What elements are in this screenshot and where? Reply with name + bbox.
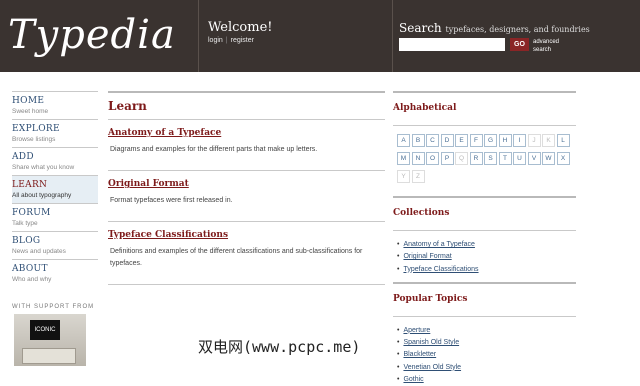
header-divider (198, 0, 199, 72)
sidebar-item-label: EXPLORE (12, 124, 60, 134)
collection-link[interactable]: Typeface Classifications (397, 264, 576, 276)
typedia-logo[interactable]: Typedia (8, 6, 188, 64)
site-header: Typedia Welcome! login | register Search t… (0, 0, 640, 72)
sidebar-item-label: ABOUT (12, 264, 48, 274)
topic-link[interactable]: Blackletter (397, 349, 576, 361)
section-description: Diagrams and examples for the different … (110, 146, 318, 153)
alphabetical-heading: Alphabetical (393, 91, 576, 126)
sidebar-item-label: BLOG (12, 236, 41, 246)
learn-section: Typeface Classifications Definitions and… (108, 221, 385, 285)
sidebar-item-label: FORUM (12, 208, 51, 218)
page-title: Learn (108, 91, 385, 119)
letter-link[interactable]: O (426, 152, 439, 165)
learn-section: Anatomy of a Typeface Diagrams and examp… (108, 119, 385, 170)
right-sidebar: Alphabetical A B C D E F G H I J K L M N… (393, 91, 576, 386)
section-description: Format typefaces were first released in. (110, 197, 233, 204)
topic-link[interactable]: Venetian Old Style (397, 362, 576, 374)
search-heading: Search typefaces, designers, and foundri… (399, 21, 590, 35)
sidebar-item-home[interactable]: HOME Sweet home (12, 91, 98, 119)
popular-topics-heading: Popular Topics (393, 281, 576, 317)
sidebar-item-subtitle: Share what you know (12, 164, 75, 171)
letter-link[interactable]: F (469, 134, 483, 147)
collections-heading: Collections (393, 196, 576, 231)
sidebar-nav: HOME Sweet home EXPLORE Browse listings AD… (12, 91, 98, 287)
separator: | (225, 37, 228, 44)
section-link[interactable]: Anatomy of a Typeface (108, 120, 385, 138)
sidebar-item-about[interactable]: ABOUT Who and why (12, 259, 98, 287)
letter-link[interactable]: E (455, 134, 468, 147)
sidebar-item-explore[interactable]: EXPLORE Browse listings (12, 119, 98, 147)
sidebar-item-subtitle: Browse listings (12, 136, 56, 143)
header-divider (392, 0, 393, 72)
search-heading-hint: typefaces, designers, and foundries (445, 25, 590, 34)
computer-base (22, 348, 76, 364)
letter-link[interactable]: S (484, 152, 497, 165)
letter-link[interactable]: L (556, 134, 570, 147)
sidebar-item-subtitle: All about typography (12, 192, 72, 199)
main-content: Learn Anatomy of a Typeface Diagrams and… (108, 91, 385, 285)
letter-link[interactable]: V (527, 152, 541, 165)
sidebar-item-learn[interactable]: LEARN All about typography (12, 175, 98, 203)
sidebar-item-subtitle: Sweet home (12, 108, 49, 115)
auth-links: login | register (208, 37, 254, 44)
letter-link[interactable]: P (440, 152, 454, 165)
collection-link[interactable]: Anatomy of a Typeface (397, 239, 576, 251)
register-link[interactable]: register (231, 37, 254, 44)
sidebar-item-label: ADD (12, 152, 34, 162)
alphabet-index: A B C D E F G H I J K L M N O P Q R S T … (397, 134, 573, 188)
sidebar-item-label: HOME (12, 96, 45, 106)
letter-link: Y (397, 170, 410, 183)
iconic-sponsor-image[interactable]: ICONIC (14, 314, 86, 366)
sidebar-item-add[interactable]: ADD Share what you know (12, 147, 98, 175)
letter-link[interactable]: W (542, 152, 555, 165)
letter-link[interactable]: X (556, 152, 570, 165)
letter-link[interactable]: G (484, 134, 497, 147)
letter-link[interactable]: C (426, 134, 439, 147)
letter-link[interactable]: I (513, 134, 526, 147)
letter-link[interactable]: D (440, 134, 454, 147)
collection-link[interactable]: Original Format (397, 251, 576, 263)
letter-link: J (527, 134, 541, 147)
letter-link[interactable]: N (411, 152, 425, 165)
section-link[interactable]: Typeface Classifications (108, 222, 385, 240)
section-link[interactable]: Original Format (108, 171, 385, 189)
letter-link[interactable]: U (513, 152, 526, 165)
login-link[interactable]: login (208, 37, 223, 44)
topic-link[interactable]: Spanish Old Style (397, 337, 576, 349)
letter-link[interactable]: H (498, 134, 512, 147)
topic-link[interactable]: Gothic (397, 374, 576, 386)
advanced-search-link[interactable]: advanced search (533, 38, 559, 54)
letter-link[interactable]: M (397, 152, 410, 165)
watermark-text: 双电网(www.pcpc.me) (198, 338, 361, 356)
letter-link: Z (411, 170, 425, 183)
sidebar-item-forum[interactable]: FORUM Talk type (12, 203, 98, 231)
sidebar-item-subtitle: Talk type (12, 220, 38, 227)
search-input[interactable] (399, 38, 505, 51)
topics-list: Aperture Spanish Old Style Blackletter V… (397, 325, 576, 386)
letter-link[interactable]: A (397, 134, 410, 147)
go-button[interactable]: GO (510, 38, 529, 51)
letter-link: K (542, 134, 555, 147)
letter-link: Q (455, 152, 468, 165)
support-label: WITH SUPPORT FROM (12, 304, 95, 310)
letter-link[interactable]: R (469, 152, 483, 165)
sidebar-item-subtitle: Who and why (12, 276, 52, 283)
sidebar-item-subtitle: News and updates (12, 248, 66, 255)
sidebar-item-blog[interactable]: BLOG News and updates (12, 231, 98, 259)
advanced-search-line1: advanced (533, 39, 560, 45)
topic-link[interactable]: Aperture (397, 325, 576, 337)
sponsor-logo-text: ICONIC (30, 320, 60, 340)
learn-section: Original Format Format typefaces were fi… (108, 170, 385, 221)
advanced-search-line2: search (533, 47, 552, 53)
sidebar-item-label: LEARN (12, 180, 48, 190)
letter-link[interactable]: T (498, 152, 512, 165)
collections-list: Anatomy of a Typeface Original Format Ty… (397, 239, 576, 276)
search-heading-label: Search (399, 21, 442, 35)
welcome-text: Welcome! (208, 20, 273, 35)
letter-link[interactable]: B (411, 134, 425, 147)
section-description: Definitions and examples of the differen… (110, 248, 363, 267)
